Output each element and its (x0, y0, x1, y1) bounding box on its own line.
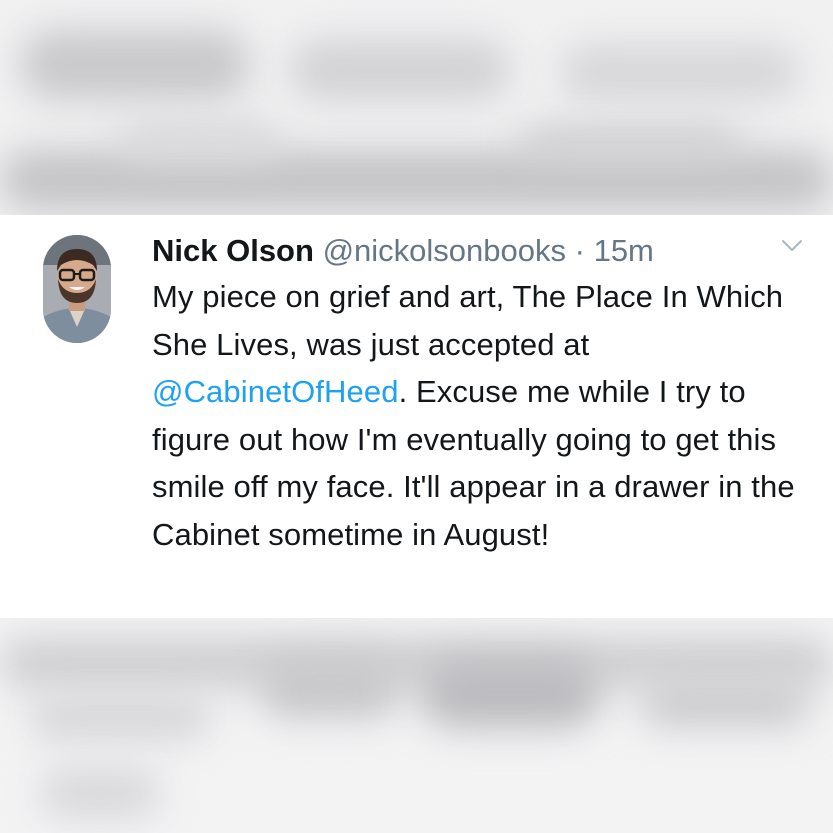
blurred-background-top (0, 0, 833, 215)
chevron-down-icon[interactable] (780, 238, 804, 254)
tweet-card[interactable]: Nick Olson @nickolsonbooks · 15m My piec… (0, 215, 833, 618)
avatar[interactable] (43, 235, 111, 343)
tweet-timestamp[interactable]: 15m (594, 233, 654, 268)
tweet-header: Nick Olson @nickolsonbooks · 15m (152, 229, 802, 273)
tweet-text-part: My piece on grief and art, The Place In … (152, 279, 784, 362)
tweet-body: Nick Olson @nickolsonbooks · 15m My piec… (152, 229, 802, 558)
header-separator: · (574, 233, 585, 268)
author-handle[interactable]: @nickolsonbooks (323, 233, 566, 268)
blurred-background-bottom (0, 618, 833, 833)
author-display-name[interactable]: Nick Olson (152, 233, 314, 268)
tweet-text: My piece on grief and art, The Place In … (152, 273, 802, 558)
mention-link[interactable]: @CabinetOfHeed (152, 374, 399, 409)
